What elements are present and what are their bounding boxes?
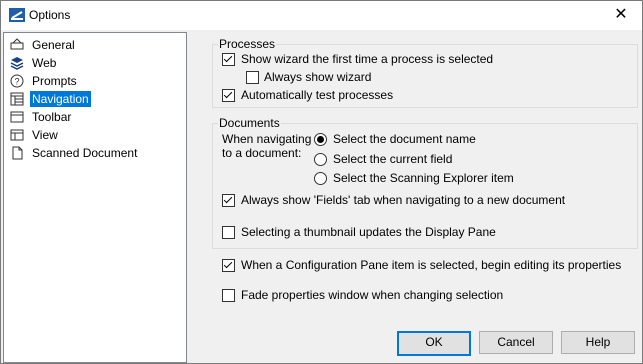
tree-item-scanned-document[interactable]: Scanned Document (10, 144, 139, 161)
config-pane-edit-label: When a Configuration Pane item is select… (241, 258, 622, 272)
prompts-icon: ? (10, 74, 24, 87)
title-bar: Options ✕ (1, 1, 642, 30)
fade-properties-checkbox[interactable] (222, 289, 235, 302)
tree-item-prompts[interactable]: ? Prompts (10, 72, 79, 89)
auto-test-checkbox[interactable] (222, 89, 235, 102)
svg-text:?: ? (14, 76, 19, 86)
select-scanning-explorer-label: Select the Scanning Explorer item (333, 171, 514, 185)
tree-item-general[interactable]: General (10, 36, 77, 53)
always-show-fields-label: Always show 'Fields' tab when navigating… (241, 193, 566, 207)
web-icon (10, 56, 24, 70)
tree-item-toolbar[interactable]: Toolbar (10, 108, 73, 125)
navigation-icon (10, 92, 24, 105)
select-current-field-radio[interactable] (314, 153, 327, 166)
general-icon (10, 37, 24, 49)
tree-item-web[interactable]: Web (10, 54, 58, 71)
window-title: Options (29, 8, 71, 22)
toolbar-icon (10, 111, 24, 122)
auto-test-label: Automatically test processes (241, 88, 394, 102)
thumbnail-updates-label: Selecting a thumbnail updates the Displa… (241, 225, 496, 239)
processes-legend: Processes (218, 37, 277, 51)
tree-item-label: Navigation (30, 90, 91, 107)
category-tree: General Web ? Prompts Navigation Toolbar… (3, 32, 187, 363)
select-document-name-label: Select the document name (333, 132, 476, 146)
show-wizard-label: Show wizard the first time a process is … (241, 52, 494, 66)
tree-item-navigation[interactable]: Navigation (10, 90, 91, 107)
select-current-field-label: Select the current field (333, 152, 453, 166)
tree-item-label: View (32, 127, 58, 142)
tree-item-label: Toolbar (32, 109, 72, 124)
select-document-name-radio[interactable] (314, 133, 327, 146)
config-pane-edit-checkbox[interactable] (222, 259, 235, 272)
always-show-wizard-checkbox[interactable] (246, 71, 259, 84)
documents-legend: Documents (218, 116, 281, 130)
tree-item-label: Web (32, 55, 57, 70)
close-icon: ✕ (614, 6, 628, 23)
thumbnail-updates-checkbox[interactable] (222, 226, 235, 239)
select-scanning-explorer-radio[interactable] (314, 172, 327, 185)
close-button[interactable]: ✕ (610, 4, 632, 26)
show-wizard-checkbox[interactable] (222, 53, 235, 66)
scanned-document-icon (12, 146, 23, 159)
tree-item-label: Prompts (32, 73, 77, 88)
always-show-wizard-label: Always show wizard (264, 70, 372, 84)
tree-item-label: Scanned Document (32, 145, 138, 160)
app-icon (9, 8, 25, 22)
to-document-label: to a document: (222, 146, 302, 160)
view-icon (10, 129, 24, 140)
help-button[interactable]: Help (561, 331, 635, 354)
when-navigating-label: When navigating (222, 132, 312, 146)
always-show-fields-checkbox[interactable] (222, 194, 235, 207)
tree-item-label: General (32, 37, 75, 52)
fade-properties-label: Fade properties window when changing sel… (241, 288, 504, 302)
tree-item-view[interactable]: View (10, 126, 60, 143)
options-dialog: Options ✕ General Web ? Prompts Navigati… (0, 0, 643, 364)
cancel-button[interactable]: Cancel (479, 331, 553, 354)
ok-button[interactable]: OK (397, 331, 471, 356)
